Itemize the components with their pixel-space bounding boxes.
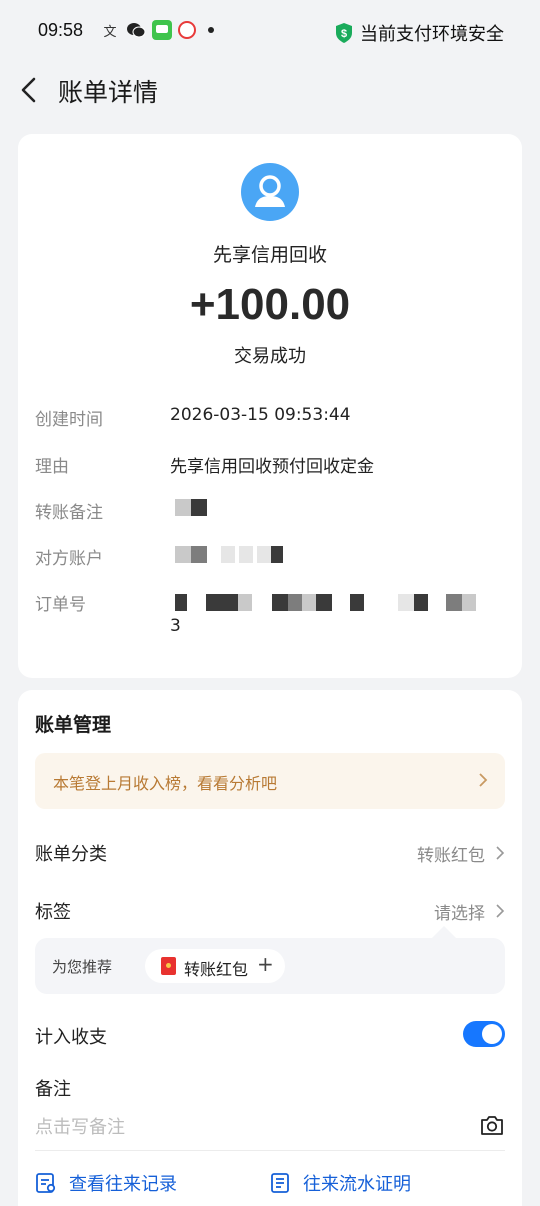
statement-proof-link[interactable]: 往来流水证明 xyxy=(269,1170,411,1196)
include-in-stats-row: 计入收支 xyxy=(35,1021,505,1051)
detail-label: 转账备注 xyxy=(35,503,103,523)
tag-label: 标签 xyxy=(35,902,71,923)
record-icon xyxy=(36,1173,56,1193)
include-toggle[interactable] xyxy=(463,1021,505,1047)
translate-icon: 文 xyxy=(103,24,117,40)
page-header: 账单详情 xyxy=(0,62,540,118)
tag-value: 请选择 xyxy=(434,904,485,924)
wechat-icon xyxy=(126,20,146,40)
chevron-right-icon xyxy=(496,846,505,860)
recommend-label: 为您推荐 xyxy=(52,958,113,976)
security-text: 当前支付环境安全 xyxy=(360,24,504,45)
payee-name: 先享信用回收 xyxy=(212,244,327,266)
status-icons: 文 xyxy=(100,20,214,40)
category-value: 转账红包 xyxy=(417,846,485,866)
divider xyxy=(35,1150,505,1151)
back-button[interactable] xyxy=(16,74,42,106)
page-title: 账单详情 xyxy=(58,78,159,107)
category-label: 账单分类 xyxy=(35,844,107,865)
security-indicator: $ 当前支付环境安全 xyxy=(334,20,504,46)
transaction-status: 交易成功 xyxy=(234,346,306,367)
plus-icon: + xyxy=(257,952,274,976)
detail-label: 订单号 xyxy=(35,595,86,615)
status-bar: 09:58 文 $ 当前支付环境安全 xyxy=(0,0,540,62)
banner-text: 本笔登上月收入榜，看看分析吧 xyxy=(53,774,278,793)
recommended-tag-chip[interactable]: 转账红包 + xyxy=(145,949,285,983)
order-number-tail: 3 xyxy=(170,616,181,636)
detail-value: 2026-03-15 09:53:44 xyxy=(170,405,351,425)
chevron-right-icon xyxy=(479,773,488,787)
svg-text:$: $ xyxy=(341,28,347,40)
status-time: 09:58 xyxy=(38,20,84,40)
user-icon xyxy=(255,175,285,207)
detail-row-order: 订单号 3 xyxy=(35,590,505,640)
avatar xyxy=(241,163,299,221)
transaction-card: 先享信用回收 +100.00 交易成功 创建时间 2026-03-15 09:5… xyxy=(18,134,522,678)
proof-link-label: 往来流水证明 xyxy=(303,1174,411,1195)
section-title: 账单管理 xyxy=(35,714,112,736)
income-rank-banner[interactable]: 本笔登上月收入榜，看看分析吧 xyxy=(35,753,505,809)
chevron-right-icon xyxy=(496,904,505,918)
tag-row[interactable]: 标签 请选择 xyxy=(35,898,505,926)
note-label: 备注 xyxy=(35,1079,71,1100)
detail-label: 理由 xyxy=(35,457,69,477)
history-link[interactable]: 查看往来记录 xyxy=(35,1170,177,1196)
history-link-label: 查看往来记录 xyxy=(69,1174,177,1195)
camera-icon[interactable] xyxy=(479,1113,505,1137)
notification-dot xyxy=(208,27,214,33)
detail-label: 对方账户 xyxy=(35,549,103,569)
note-row: 备注 xyxy=(35,1075,505,1103)
app-icon xyxy=(178,21,196,39)
detail-value: 先享信用回收预付回收定金 xyxy=(170,457,374,477)
note-input[interactable]: 点击写备注 xyxy=(35,1113,125,1139)
red-packet-icon xyxy=(161,957,176,975)
shield-icon: $ xyxy=(336,23,352,43)
category-row[interactable]: 账单分类 转账红包 xyxy=(35,840,505,868)
message-icon xyxy=(152,20,172,40)
chip-label: 转账红包 xyxy=(184,960,249,979)
bill-management-card: 账单管理 本笔登上月收入榜，看看分析吧 账单分类 转账红包 标签 请选择 为您推… xyxy=(18,690,522,1206)
detail-label: 创建时间 xyxy=(35,410,103,430)
transaction-amount: +100.00 xyxy=(189,280,351,329)
include-label: 计入收支 xyxy=(35,1027,107,1048)
document-icon xyxy=(271,1173,289,1193)
tag-recommendation: 为您推荐 转账红包 + xyxy=(35,926,505,994)
